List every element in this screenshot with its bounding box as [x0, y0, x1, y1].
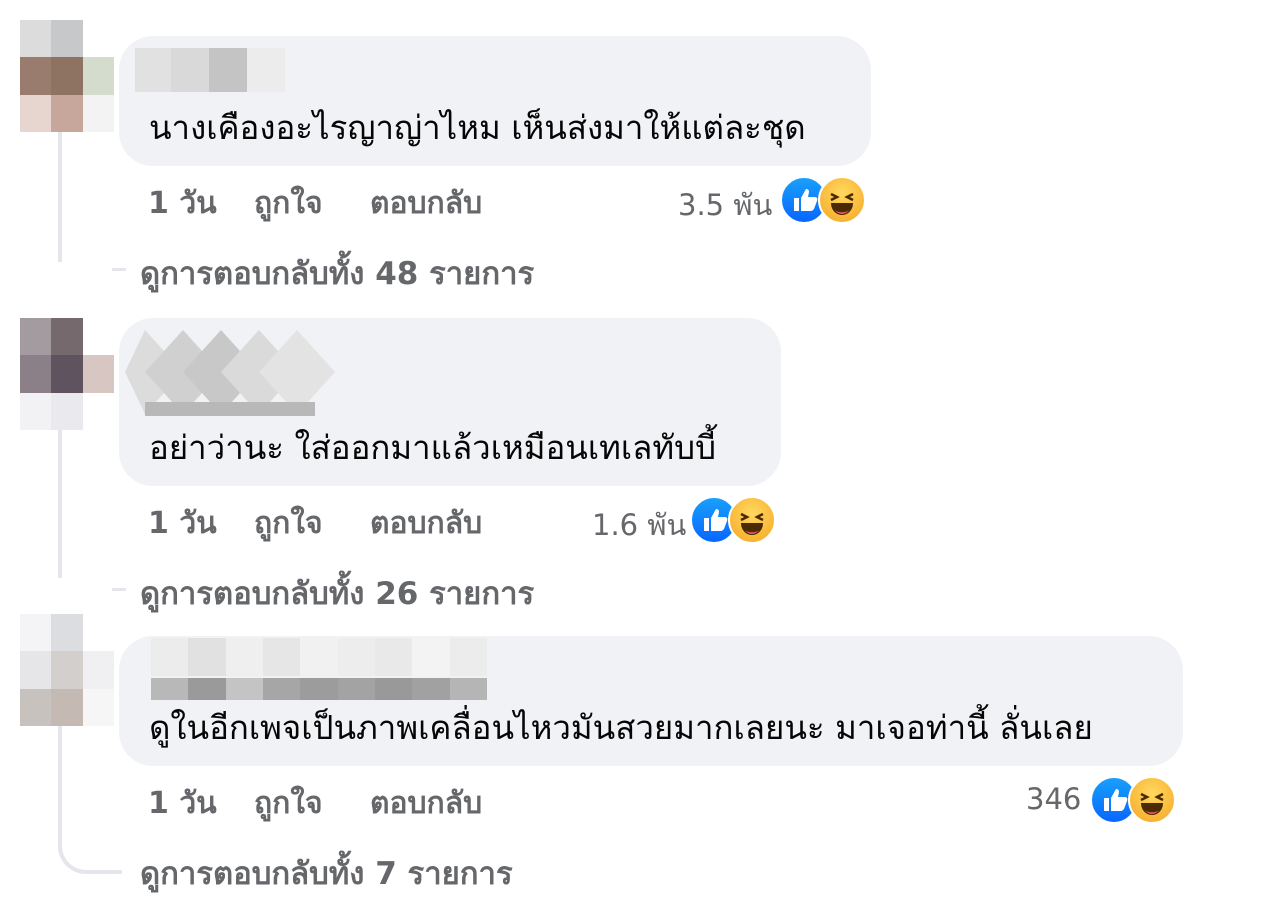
reaction-count[interactable]: 346	[1026, 782, 1081, 816]
like-button[interactable]: ถูกใจ	[254, 500, 323, 547]
reply-button[interactable]: ตอบกลับ	[370, 500, 482, 547]
thread-connector	[112, 588, 126, 591]
thread-line	[58, 726, 122, 874]
thread-line	[58, 132, 62, 262]
avatar[interactable]	[20, 318, 114, 430]
thread-connector	[112, 268, 126, 271]
commenter-name[interactable]	[151, 638, 487, 700]
comment-timestamp[interactable]: 1 วัน	[148, 780, 217, 827]
comment-bubble: นางเคืองอะไรญาญ่าไหม เห็นส่งมาให้แต่ละชุ…	[119, 36, 871, 166]
reactions[interactable]	[690, 496, 776, 544]
haha-icon	[1128, 776, 1176, 824]
comment-text: อย่าว่านะ ใส่ออกมาแล้วเหมือนเทเลทับบี้	[149, 428, 717, 467]
commenter-name[interactable]	[125, 326, 351, 418]
comment-timestamp[interactable]: 1 วัน	[148, 180, 217, 227]
reply-button[interactable]: ตอบกลับ	[370, 180, 482, 227]
haha-icon	[818, 176, 866, 224]
commenter-name[interactable]	[135, 48, 285, 92]
comment-text: นางเคืองอะไรญาญ่าไหม เห็นส่งมาให้แต่ละชุ…	[149, 108, 806, 147]
thread-line	[58, 428, 62, 578]
comment-timestamp[interactable]: 1 วัน	[148, 500, 217, 547]
avatar[interactable]	[20, 20, 114, 132]
reply-button[interactable]: ตอบกลับ	[370, 780, 482, 827]
reaction-count[interactable]: 3.5 พัน	[678, 182, 772, 228]
comment-text: ดูในอีกเพจเป็นภาพเคลื่อนไหวมันสวยมากเลยน…	[149, 708, 1093, 747]
haha-icon	[728, 496, 776, 544]
comment-actions: 1 วัน ถูกใจ ตอบกลับ	[148, 780, 788, 824]
reactions[interactable]	[1090, 776, 1176, 824]
avatar[interactable]	[20, 614, 114, 726]
reaction-count[interactable]: 1.6 พัน	[592, 502, 686, 548]
view-replies-link[interactable]: ดูการตอบกลับทั้ง 48 รายการ	[140, 248, 534, 298]
comment-bubble: อย่าว่านะ ใส่ออกมาแล้วเหมือนเทเลทับบี้	[119, 318, 781, 486]
like-button[interactable]: ถูกใจ	[254, 180, 323, 227]
view-replies-link[interactable]: ดูการตอบกลับทั้ง 7 รายการ	[140, 848, 513, 898]
comment-bubble: ดูในอีกเพจเป็นภาพเคลื่อนไหวมันสวยมากเลยน…	[119, 636, 1183, 766]
reactions[interactable]	[780, 176, 866, 224]
like-button[interactable]: ถูกใจ	[254, 780, 323, 827]
view-replies-link[interactable]: ดูการตอบกลับทั้ง 26 รายการ	[140, 568, 534, 618]
